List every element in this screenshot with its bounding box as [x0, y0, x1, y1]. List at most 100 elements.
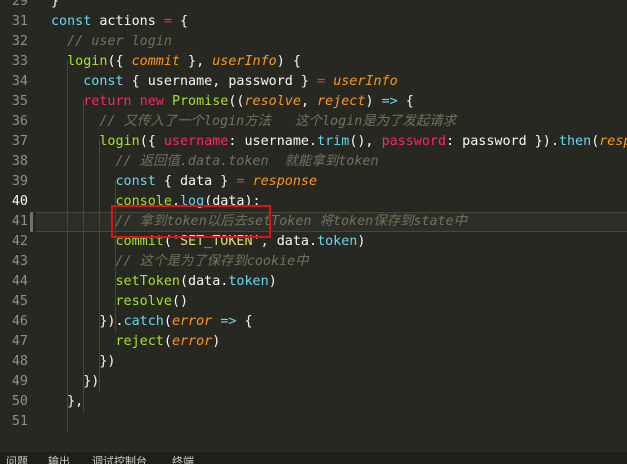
code-line[interactable]: login({ username: username.trim(), passw… [51, 132, 627, 152]
code-token: catch [123, 314, 164, 329]
code-line[interactable]: // 又传入了一个login方法 这个login是为了发起请求 [51, 112, 627, 132]
line-number: 38 [11, 154, 28, 169]
code-token: ( [163, 314, 172, 329]
code-token: then [558, 134, 592, 149]
code-line[interactable]: }) [51, 372, 627, 392]
tab-debug-console[interactable]: 调试控制台 [92, 456, 147, 464]
code-token: ({ [139, 134, 164, 149]
code-line[interactable]: reject(error) [51, 332, 627, 352]
code-token: }, [51, 394, 84, 409]
code-token: error [171, 334, 213, 349]
code-line[interactable]: resolve() [51, 292, 627, 312]
code-token: token [317, 234, 358, 249]
code-token: // 返回值.data.token 就能拿到token [51, 154, 379, 169]
code-line[interactable]: const { data } = response [51, 172, 627, 192]
code-token: login [51, 134, 140, 149]
line-number: 32 [11, 34, 28, 49]
line-number: 43 [11, 254, 28, 269]
code-line[interactable]: }, [51, 392, 627, 412]
code-token: () [171, 294, 189, 309]
line-number: 51 [11, 414, 28, 429]
line-number: 35 [11, 94, 28, 109]
code-token: error [171, 314, 213, 329]
line-number: 29 [11, 0, 28, 9]
code-token: // 又传入了一个login方法 这个login是为了发起请求 [51, 114, 456, 129]
code-token: resolve [51, 294, 172, 309]
code-token: password [381, 134, 447, 149]
code-token: }) [51, 374, 100, 389]
code-token: ({ [107, 54, 132, 69]
code-token: }, [180, 54, 213, 69]
code-token: userInfo [212, 54, 277, 69]
code-token: const [51, 174, 164, 189]
code-token: { [244, 314, 253, 329]
code-token: return [51, 94, 140, 109]
code-line[interactable]: const actions = { [51, 12, 627, 32]
code-line[interactable]: return new Promise((resolve, reject) => … [51, 92, 627, 112]
code-token: , [300, 94, 318, 109]
code-token: { username, password } [131, 74, 318, 89]
code-token: { [180, 14, 189, 29]
code-line[interactable]: setToken(data.token) [51, 272, 627, 292]
code-line[interactable] [51, 412, 627, 432]
code-token: username [163, 134, 229, 149]
code-token: => [381, 94, 406, 109]
line-number: 48 [11, 354, 28, 369]
line-number: 31 [11, 14, 28, 29]
code-token: setToken [51, 274, 180, 289]
tab-terminal[interactable]: 终端 [172, 456, 194, 464]
line-number: 47 [11, 334, 28, 349]
line-number: 44 [11, 274, 28, 289]
tab-output[interactable]: 输出 [48, 456, 70, 464]
code-line[interactable]: const { username, password } = userInfo [51, 72, 627, 92]
code-token: trim [317, 134, 350, 149]
line-number: 39 [11, 174, 28, 189]
code-token: actions [99, 14, 164, 29]
line-number: 34 [11, 74, 28, 89]
code-token: { data } [163, 174, 237, 189]
code-token: = [236, 174, 253, 189]
line-number: 40 [11, 194, 28, 209]
line-number: 46 [11, 314, 28, 329]
code-token: ) [268, 274, 277, 289]
code-token: = [163, 14, 180, 29]
code-token: userInfo [333, 74, 398, 89]
code-token: reject [317, 94, 366, 109]
code-token: commit [131, 54, 180, 69]
code-token: (), [349, 134, 382, 149]
code-line[interactable]: // 返回值.data.token 就能拿到token [51, 152, 627, 172]
code-token: response [599, 134, 627, 149]
code-line[interactable]: }) [51, 352, 627, 372]
code-token: token [228, 274, 269, 289]
modified-line-marker [30, 212, 33, 232]
code-token: ) [357, 234, 366, 249]
code-token: => [220, 314, 245, 329]
code-token: ( [163, 334, 172, 349]
code-line[interactable]: } [51, 0, 627, 12]
code-token: = [317, 74, 334, 89]
line-number: 33 [11, 54, 28, 69]
tab-problems[interactable]: 问题 [6, 456, 28, 464]
code-token: login [51, 54, 108, 69]
code-line[interactable]: login({ commit }, userInfo) { [51, 52, 627, 72]
code-token: Promise [171, 94, 229, 109]
code-line[interactable]: // user login [51, 32, 627, 52]
line-number: 45 [11, 294, 28, 309]
line-number: 42 [11, 234, 28, 249]
code-token: const [51, 74, 132, 89]
line-number: 49 [11, 374, 28, 389]
code-token: response [252, 174, 318, 189]
code-token: : username. [228, 134, 318, 149]
highlight-annotation-box [111, 205, 271, 238]
line-number: 50 [11, 394, 28, 409]
code-token: }) [51, 354, 116, 369]
code-token: }). [51, 314, 124, 329]
code-editor[interactable]: 29 31 32 33 34 35 36 37 38 39 40 41 42 43 44 45 46 47 48 49… [0, 0, 627, 452]
code-token: ) [212, 334, 221, 349]
code-line[interactable]: }).catch(error => { [51, 312, 627, 332]
line-number: 36 [11, 114, 28, 129]
code-token: (( [228, 94, 245, 109]
code-token: reject [51, 334, 164, 349]
code-line[interactable]: // 这个是为了保存到cookie中 [51, 252, 627, 272]
code-token: ) [365, 94, 382, 109]
